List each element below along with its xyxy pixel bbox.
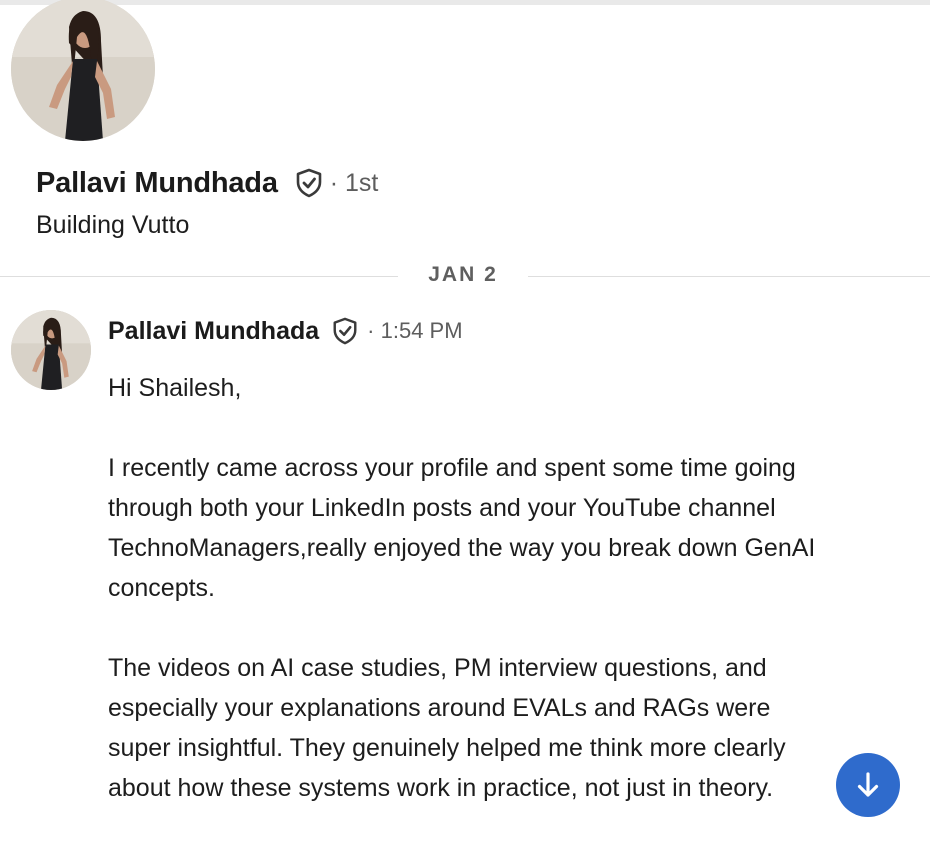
top-border xyxy=(0,0,930,5)
profile-name[interactable]: Pallavi Mundhada xyxy=(36,167,278,200)
profile-headline: Building Vutto xyxy=(36,211,190,239)
message-header: Pallavi Mundhada · 1:54 PM xyxy=(108,313,463,349)
message-paragraph: The videos on AI case studies, PM interv… xyxy=(108,654,786,802)
sender-photo-icon xyxy=(11,310,91,390)
message-body: Hi Shailesh, I recently came across your… xyxy=(108,368,828,808)
divider-right xyxy=(528,276,930,277)
arrow-down-icon xyxy=(857,772,879,797)
message-avatar[interactable] xyxy=(11,310,91,390)
message-sender-name[interactable]: Pallavi Mundhada xyxy=(108,317,319,346)
message-paragraph: I recently came across your profile and … xyxy=(108,454,816,602)
connection-degree: · 1st xyxy=(329,168,379,197)
verified-shield-icon xyxy=(331,317,359,345)
verified-shield-icon xyxy=(294,168,324,198)
profile-name-row: Pallavi Mundhada · 1st xyxy=(36,163,378,203)
profile-photo-icon xyxy=(11,0,155,141)
profile-avatar[interactable] xyxy=(11,0,155,141)
divider-left xyxy=(0,276,398,277)
message-paragraph: Hi Shailesh, xyxy=(108,374,242,402)
message-timestamp: · 1:54 PM xyxy=(367,318,463,343)
date-separator: JAN 2 xyxy=(428,263,498,286)
scroll-to-bottom-button[interactable] xyxy=(836,753,900,817)
